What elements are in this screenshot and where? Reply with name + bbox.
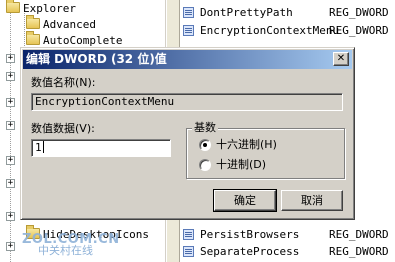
registry-value-icon: [183, 25, 194, 36]
value-row[interactable]: SeparateProcess REG_DWORD: [180, 243, 395, 260]
tree-expander[interactable]: +: [6, 179, 15, 188]
tree-item-advanced[interactable]: Advanced: [26, 15, 96, 33]
base-group-title: 基数: [192, 121, 218, 135]
value-name-label: 数值名称(N):: [31, 76, 96, 89]
dialog-titlebar[interactable]: 编辑 DWORD (32 位)值 ✕: [23, 50, 352, 69]
tree-guide-line: [10, 0, 11, 262]
radio-unchecked-icon: [199, 159, 211, 171]
tree-expander[interactable]: +: [6, 156, 15, 165]
text-caret: [42, 141, 44, 153]
tree-item-explorer[interactable]: Explorer: [6, 0, 76, 17]
tree-expander[interactable]: +: [6, 72, 15, 81]
value-row[interactable]: EncryptionContextMenu REG_DWORD: [180, 22, 395, 39]
dialog-title: 编辑 DWORD (32 位)值: [26, 52, 167, 66]
edit-dword-dialog: 编辑 DWORD (32 位)值 ✕ 数值名称(N): EncryptionCo…: [20, 47, 355, 220]
registry-value-icon: [183, 229, 194, 240]
folder-icon: [26, 15, 40, 29]
zol-watermark: ZOL.COM.CN: [22, 232, 120, 247]
registry-value-icon: [183, 246, 194, 257]
close-button[interactable]: ✕: [333, 52, 349, 66]
registry-value-icon: [183, 7, 194, 18]
value-data-input[interactable]: 1: [31, 139, 171, 157]
tree-expander[interactable]: +: [6, 212, 15, 221]
tree-expander[interactable]: +: [6, 98, 15, 107]
close-icon: ✕: [336, 53, 346, 64]
tree-expander[interactable]: +: [6, 242, 15, 251]
value-row[interactable]: DontPrettyPath REG_DWORD: [180, 4, 395, 21]
value-row[interactable]: PersistBrowsers REG_DWORD: [180, 226, 395, 243]
radio-checked-icon: [199, 139, 211, 151]
folder-icon: [26, 31, 40, 45]
cancel-button[interactable]: 取消: [281, 190, 343, 211]
folder-icon: [6, 0, 20, 13]
tree-expander[interactable]: +: [6, 121, 15, 130]
value-data-label: 数值数据(V):: [31, 122, 95, 135]
tree-expander[interactable]: +: [6, 54, 15, 63]
value-name-field: EncryptionContextMenu: [31, 93, 343, 111]
ok-button[interactable]: 确定: [213, 189, 277, 212]
